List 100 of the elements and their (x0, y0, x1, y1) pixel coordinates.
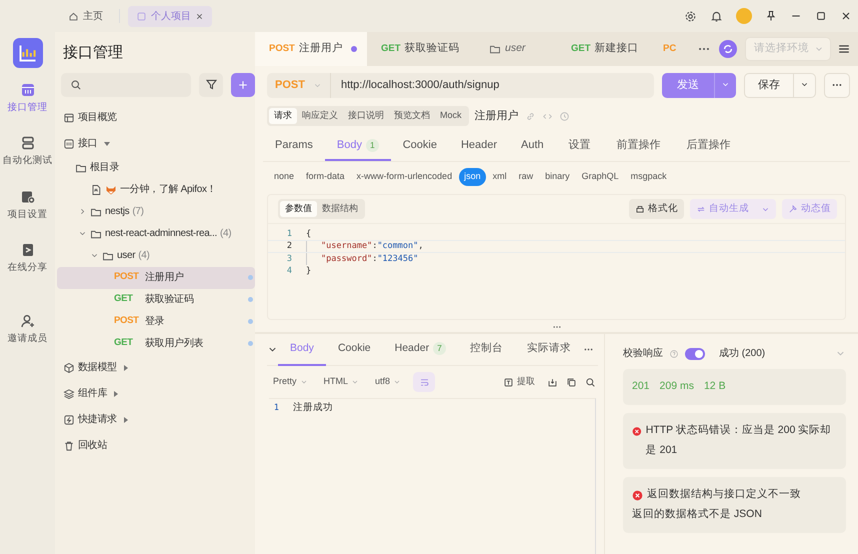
status-dot (248, 341, 253, 346)
add-user-icon (20, 313, 36, 329)
settings-icon (20, 188, 36, 204)
basket-icon (635, 204, 645, 214)
format-select[interactable]: utf8 (371, 375, 406, 389)
request-tab[interactable]: user (475, 32, 557, 66)
line-number: 1 (272, 402, 280, 414)
tree-item[interactable]: POST 注册用户 (57, 266, 255, 288)
param-tab[interactable]: 后置操作 (674, 132, 744, 161)
code-line: } (306, 264, 312, 278)
extract-button[interactable]: 提取 (499, 375, 539, 389)
layout-icon (63, 112, 75, 124)
tree-item[interactable]: 一分钟，了解 Apifox！ (57, 178, 255, 200)
tree-item[interactable]: GET 获取验证码 (57, 288, 255, 310)
rail-item[interactable]: 接口管理 (0, 82, 55, 116)
body-type-option[interactable]: raw (514, 168, 538, 186)
mode-tab[interactable]: 参数值 (280, 201, 317, 217)
response-tab[interactable]: 控制台 (458, 334, 515, 366)
stack-icon (20, 135, 36, 152)
tree-item[interactable]: 快捷请求 (57, 406, 255, 432)
section-tab[interactable]: Mock (435, 108, 467, 124)
endpoint-name: 注册用户 (474, 108, 519, 124)
param-tab[interactable]: 设置 (556, 132, 604, 161)
tree-item[interactable]: GET 获取用户列表 (57, 332, 255, 354)
close-icon[interactable] (195, 12, 204, 20)
section-tab[interactable]: 响应定义 (297, 108, 343, 124)
request-tab[interactable]: POST 注册用户 (255, 32, 367, 66)
search-field[interactable] (61, 72, 191, 96)
caret-right-icon (114, 390, 118, 396)
panel-title: 接口管理 (62, 43, 124, 63)
lightning-icon (63, 414, 75, 426)
app-logo (12, 38, 42, 68)
trash-icon (63, 440, 75, 452)
body-type-option[interactable]: xml (488, 168, 512, 186)
tree-item[interactable]: user (4) (57, 244, 255, 266)
tree-item[interactable]: nest-react-adminnest-rea... (4) (57, 222, 255, 244)
count-badge: 1 (366, 139, 379, 152)
download-icon[interactable] (547, 376, 558, 388)
body-type-option[interactable]: x-www-form-urlencoded (352, 168, 458, 186)
section-tab[interactable]: 预览文档 (389, 108, 435, 124)
mode-tab[interactable]: 数据结构 (317, 201, 363, 217)
wrap-icon (418, 376, 430, 388)
tree-item[interactable]: 根目录 (57, 156, 255, 178)
result-select[interactable]: 成功 (200) (719, 346, 766, 361)
settings-icon[interactable] (684, 10, 697, 22)
body-type-option[interactable]: binary (540, 168, 575, 186)
sync-icon[interactable] (719, 40, 737, 58)
tree-item[interactable]: 数据模型 (57, 354, 255, 380)
toggle-switch[interactable] (685, 348, 705, 360)
body-type-option[interactable]: msgpack (626, 168, 672, 186)
error-message: HTTP 状态码错误：应当是 200 实际却是 201 (646, 422, 832, 458)
status-dot (248, 275, 253, 280)
copy-icon[interactable] (566, 376, 577, 388)
tree-item[interactable]: 接口 (57, 130, 255, 156)
body-type-option[interactable]: form-data (301, 168, 350, 186)
tree-item[interactable]: 项目概览 (57, 104, 255, 130)
window-tab[interactable]: 主页 (60, 6, 111, 26)
response-tab[interactable]: Cookie (326, 334, 383, 366)
line-number: 1 (286, 228, 293, 240)
param-tab[interactable]: Cookie (390, 132, 449, 161)
tree-item[interactable]: 组件库 (57, 380, 255, 406)
rail-item[interactable]: 在线分享 (0, 242, 55, 275)
bell-icon[interactable] (710, 10, 723, 22)
section-tab[interactable]: 请求 (269, 108, 297, 124)
response-tab[interactable]: 实际请求 (514, 334, 583, 366)
pin-icon[interactable] (765, 10, 777, 22)
response-stat: 209 ms (660, 379, 694, 394)
section-tab[interactable]: 接口说明 (343, 108, 389, 124)
filter-button[interactable] (199, 72, 223, 96)
rail-item[interactable]: 邀请成员 (0, 313, 55, 346)
body-type-option[interactable]: json (459, 168, 486, 186)
rail-item[interactable]: 自动化测试 (0, 135, 55, 168)
line-number: 4 (286, 264, 293, 278)
tree-item[interactable]: 回收站 (57, 432, 255, 458)
chevron-down-icon (393, 378, 402, 386)
caret-right-icon (124, 364, 128, 370)
arrows-icon (696, 204, 706, 214)
maximize-icon[interactable] (815, 10, 827, 22)
close-icon[interactable] (840, 10, 852, 22)
plus-icon (237, 78, 249, 90)
rail-item[interactable]: 项目设置 (0, 188, 55, 222)
param-tab[interactable]: Auth (509, 132, 556, 161)
filter-icon (204, 78, 218, 91)
format-button[interactable]: 格式化 (629, 199, 684, 219)
param-tab[interactable]: 前置操作 (604, 132, 674, 161)
format-select[interactable]: Pretty (269, 375, 312, 389)
response-tab[interactable]: Header 7 (382, 334, 458, 366)
api-icon (63, 138, 75, 150)
error-detail: 返回的数据格式不是 JSON (632, 506, 763, 522)
request-tab[interactable]: GET 获取验证码 (367, 32, 475, 66)
body-type-option[interactable]: none (269, 168, 300, 186)
param-tab[interactable]: Params (263, 132, 325, 161)
body-type-option[interactable]: GraphQL (576, 168, 624, 186)
format-select[interactable]: HTML (320, 375, 364, 389)
request-tab[interactable]: GET 新建接口 (557, 32, 655, 66)
tree-item[interactable]: POST 登录 (57, 310, 255, 332)
search-icon[interactable] (585, 376, 596, 388)
tree-item[interactable]: nestjs (7) (57, 200, 255, 222)
add-button[interactable] (231, 72, 255, 96)
param-tab[interactable]: Header (448, 132, 510, 161)
